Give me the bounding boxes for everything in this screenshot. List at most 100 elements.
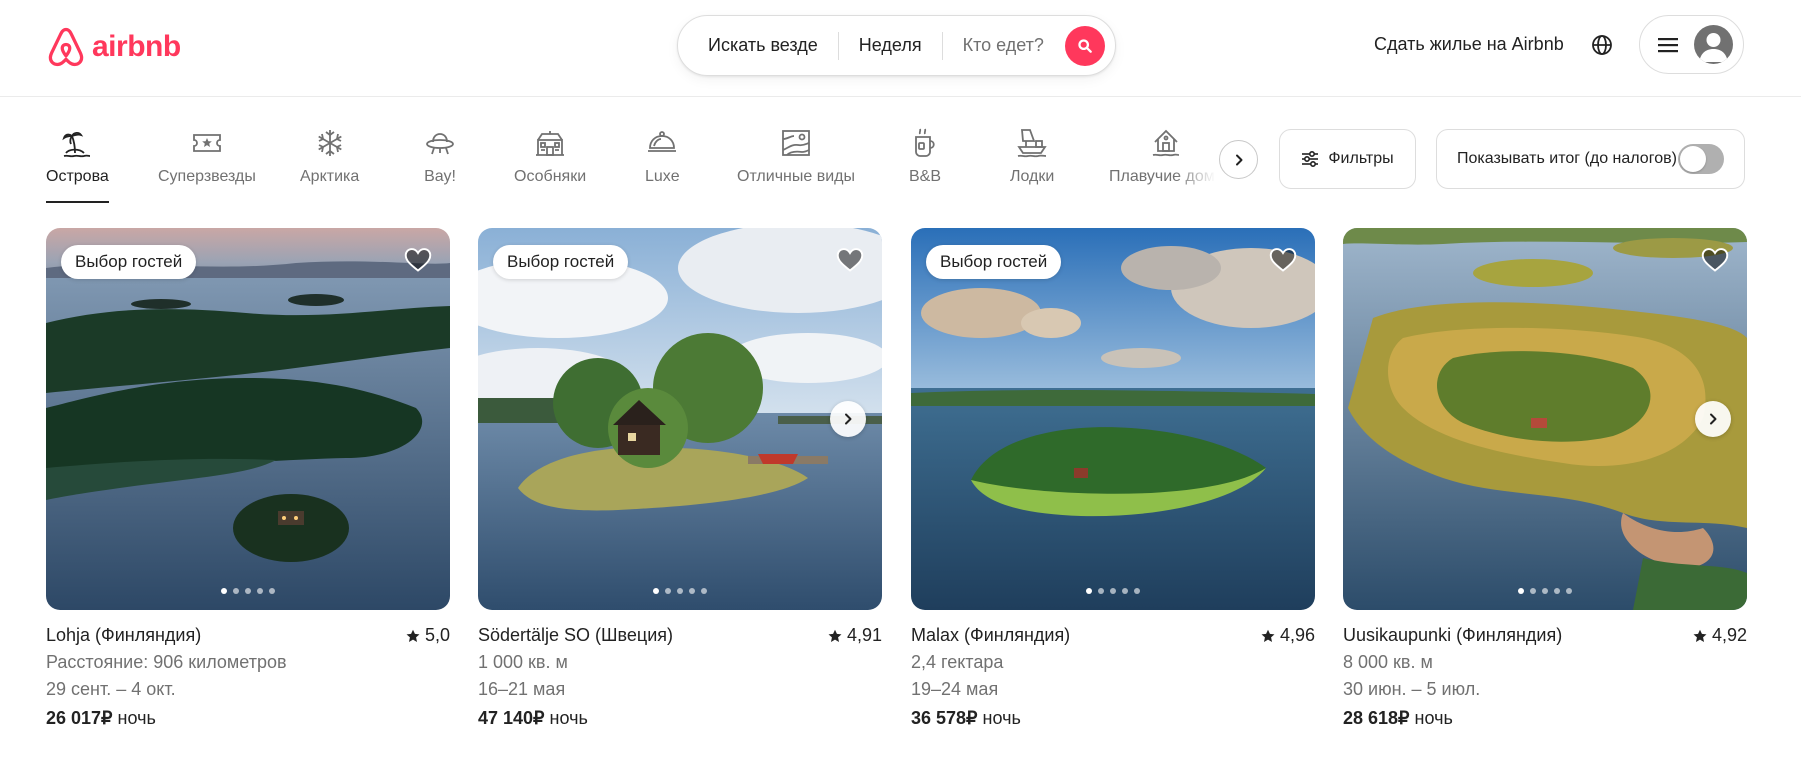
listing-rating: 4,91 [828,625,882,646]
price-value: 28 618₽ [1343,708,1410,728]
pagination-dot [1530,588,1536,594]
category-superstars[interactable]: Суперзвезды [158,126,256,186]
pagination-dot [689,588,695,594]
listing-price: 28 618₽ ночь [1343,708,1747,729]
listing-card[interactable]: Выбор гостей Lohja (Финляндия) 5,0 Расст… [46,228,450,729]
pagination-dot [245,588,251,594]
star-icon [828,629,842,642]
listing-title: Uusikaupunki (Финляндия) [1343,625,1563,645]
heart-icon[interactable] [1269,246,1297,274]
star-icon [406,629,420,642]
logo-text: airbnb [92,30,181,63]
listing-title: Lohja (Финляндия) [46,625,202,645]
listing-dates: 16–21 мая [478,679,566,699]
mansion-icon [536,131,565,156]
price-value: 47 140₽ [478,708,545,728]
guest-favorite-badge: Выбор гостей [493,245,629,279]
pagination-dot [269,588,275,594]
category-great-views[interactable]: Отличные виды [737,126,855,186]
category-label: Отличные виды [737,168,855,185]
display-total-toggle[interactable]: Показывать итог (до налогов) [1436,129,1745,189]
category-wow[interactable]: Вау! [424,126,456,186]
rating-value: 4,91 [846,625,882,645]
photo-pagination [478,588,882,594]
listing-photo[interactable]: Выбор гостей [911,228,1315,610]
top-header: airbnb Искать везде Неделя Кто едет? Сда… [0,0,1801,97]
filters-label: Фильтры [1328,150,1394,167]
listing-price: 26 017₽ ночь [46,708,450,729]
listing-size: 8 000 кв. м [1343,652,1433,672]
breakfast-icon [915,128,935,157]
price-unit: ночь [117,708,156,728]
search-who[interactable]: Кто едет? [943,35,1064,56]
heart-icon[interactable] [836,246,864,274]
rating-value: 4,92 [1711,625,1747,645]
price-unit: ночь [1414,708,1453,728]
category-label: Лодки [1010,168,1055,185]
search-button[interactable] [1065,26,1105,66]
photo-next-button[interactable] [1695,401,1731,437]
listing-photo[interactable]: Выбор гостей [478,228,882,610]
pagination-dot [1518,588,1524,594]
total-switch-knob [1680,146,1706,172]
category-label: Суперзвезды [158,168,256,185]
chevron-right-icon [845,413,852,425]
search-bar[interactable]: Искать везде Неделя Кто едет? [677,15,1116,76]
pagination-dot [1542,588,1548,594]
cloche-icon [648,131,677,152]
airbnb-logo[interactable]: airbnb [46,26,181,68]
pagination-dot [1566,588,1572,594]
category-bnb[interactable]: B&B [909,126,941,186]
photo-next-button[interactable] [830,401,866,437]
listing-rating: 4,92 [1693,625,1747,646]
category-arctic[interactable]: Арктика [300,126,359,186]
listing-distance: Расстояние: 906 километров [46,652,287,672]
listing-card[interactable]: Выбор гостей Malax (Финляндия) 4,96 2,4 … [911,228,1315,729]
listing-image [478,228,882,610]
search-icon [1078,39,1092,53]
airbnb-logo-icon [48,27,84,67]
pagination-dot [1554,588,1560,594]
pagination-dot [1110,588,1116,594]
price-unit: ночь [549,708,588,728]
category-luxe[interactable]: Luxe [645,126,680,186]
listing-photo[interactable]: Выбор гостей [46,228,450,610]
snowflake-icon [317,130,342,156]
pagination-dot [1098,588,1104,594]
pagination-dot [233,588,239,594]
heart-icon[interactable] [404,246,432,274]
category-label: Особняки [514,168,587,185]
heart-icon[interactable] [1701,246,1729,274]
listing-dates: 29 сент. – 4 окт. [46,679,176,699]
photo-pagination [911,588,1315,594]
price-unit: ночь [982,708,1021,728]
search-where[interactable]: Искать везде [678,35,838,56]
category-label: Острова [46,168,109,185]
listing-title: Södertälje SO (Швеция) [478,625,674,645]
listing-image [911,228,1315,610]
menu-icon [1658,37,1678,52]
filters-button[interactable]: Фильтры [1279,129,1416,189]
listing-photo[interactable] [1343,228,1747,610]
become-host-link[interactable]: Сдать жилье на Airbnb [1374,34,1564,55]
category-boats[interactable]: Лодки [1010,126,1054,186]
category-islands[interactable]: Острова [46,126,109,203]
listing-image [1343,228,1747,610]
photo-pagination [46,588,450,594]
globe-icon[interactable] [1590,33,1614,57]
category-mansions[interactable]: Особняки [514,126,586,186]
total-switch[interactable] [1678,144,1724,174]
chevron-right-icon [1710,413,1717,425]
display-total-label: Показывать итог (до налогов) [1457,150,1677,167]
star-icon [1261,629,1275,642]
user-icon [1699,33,1728,62]
listing-card[interactable]: Выбор гостей Södertälje SO (Швеция) 4,91… [478,228,882,729]
category-scroll-next-button[interactable] [1219,140,1258,179]
category-label: Вау! [424,168,456,185]
rating-value: 4,96 [1279,625,1315,645]
search-when[interactable]: Неделя [839,35,942,56]
listing-card[interactable]: Uusikaupunki (Финляндия) 4,92 8 000 кв. … [1343,228,1747,729]
user-menu-button[interactable] [1639,15,1744,74]
listing-dates: 30 июн. – 5 июл. [1343,679,1481,699]
pagination-dot [1122,588,1128,594]
